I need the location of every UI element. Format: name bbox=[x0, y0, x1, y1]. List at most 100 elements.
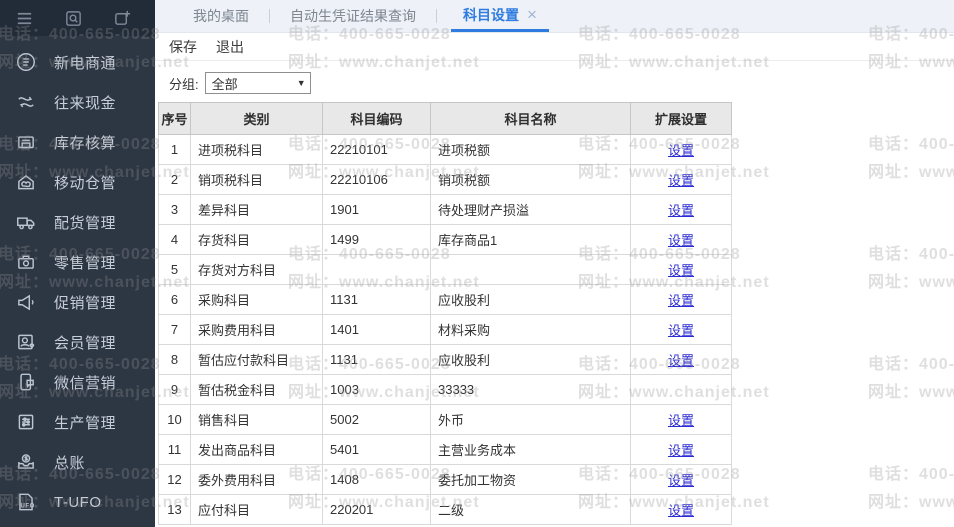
distribution-icon bbox=[15, 211, 37, 233]
inventory-icon bbox=[15, 131, 37, 153]
settings-link[interactable]: 设置 bbox=[668, 413, 694, 428]
ecommerce-icon bbox=[15, 51, 37, 73]
tab-2[interactable]: 自动生凭证结果查询 bbox=[284, 0, 422, 32]
cell-action: 设置 bbox=[631, 465, 732, 495]
table-row: 7采购费用科目1401材料采购设置 bbox=[159, 315, 732, 345]
main-panel: 我的桌面自动生凭证结果查询科目设置× 保存 退出 分组: 全部 ▼ 序号 类别 … bbox=[155, 0, 954, 527]
production-icon bbox=[15, 411, 37, 433]
group-select[interactable]: 全部 ▼ bbox=[205, 72, 311, 94]
sidebar-item-label: 库存核算 bbox=[54, 132, 116, 153]
cell-serial: 13 bbox=[159, 495, 191, 525]
search-doc-icon[interactable] bbox=[64, 9, 83, 28]
cell-code: 220201 bbox=[323, 495, 431, 525]
cell-serial: 3 bbox=[159, 195, 191, 225]
cell-code: 1131 bbox=[323, 285, 431, 315]
cell-action: 设置 bbox=[631, 225, 732, 255]
cell-name: 销项税额 bbox=[431, 165, 631, 195]
tab-1[interactable]: 我的桌面 bbox=[187, 0, 255, 32]
cell-name bbox=[431, 255, 631, 285]
cash-flow-icon bbox=[15, 91, 37, 113]
sidebar-item-ecommerce[interactable]: 新电商通 bbox=[0, 42, 155, 82]
sidebar-item-promotion[interactable]: 促销管理 bbox=[0, 282, 155, 322]
table-row: 2销项税科目22210106销项税额设置 bbox=[159, 165, 732, 195]
tab-3[interactable]: 科目设置× bbox=[451, 0, 549, 32]
cell-serial: 1 bbox=[159, 135, 191, 165]
menu-icon[interactable] bbox=[15, 9, 34, 28]
svg-text:UFO: UFO bbox=[21, 504, 35, 510]
cell-name: 外币 bbox=[431, 405, 631, 435]
cell-name: 进项税额 bbox=[431, 135, 631, 165]
settings-link[interactable]: 设置 bbox=[668, 263, 694, 278]
cell-code: 5401 bbox=[323, 435, 431, 465]
cell-action: 设置 bbox=[631, 345, 732, 375]
sidebar-item-inventory[interactable]: 库存核算 bbox=[0, 122, 155, 162]
cell-category: 采购科目 bbox=[191, 285, 323, 315]
sidebar-item-retail[interactable]: 零售管理 bbox=[0, 242, 155, 282]
sidebar-item-mobile-warehouse[interactable]: 移动仓管 bbox=[0, 162, 155, 202]
cell-category: 采购费用科目 bbox=[191, 315, 323, 345]
table-row: 1进项税科目22210101进项税额设置 bbox=[159, 135, 732, 165]
sidebar-item-tufo[interactable]: UFO T-UFO bbox=[0, 482, 155, 522]
cell-serial: 2 bbox=[159, 165, 191, 195]
settings-link[interactable]: 设置 bbox=[668, 203, 694, 218]
settings-link[interactable]: 设置 bbox=[668, 293, 694, 308]
cell-serial: 10 bbox=[159, 405, 191, 435]
settings-link[interactable]: 设置 bbox=[668, 143, 694, 158]
cell-name: 二级 bbox=[431, 495, 631, 525]
settings-link[interactable]: 设置 bbox=[668, 323, 694, 338]
cell-name: 库存商品1 bbox=[431, 225, 631, 255]
sidebar-item-cash-flow[interactable]: 往来现金 bbox=[0, 82, 155, 122]
cell-name: 委托加工物资 bbox=[431, 465, 631, 495]
col-header-category: 类别 bbox=[191, 103, 323, 135]
cell-action: 设置 bbox=[631, 315, 732, 345]
settings-link[interactable]: 设置 bbox=[668, 503, 694, 518]
tab-label: 自动生凭证结果查询 bbox=[290, 6, 416, 26]
cell-serial: 9 bbox=[159, 375, 191, 405]
sidebar-item-invoice[interactable]: 发票管理 bbox=[0, 522, 155, 527]
cell-action: 设置 bbox=[631, 405, 732, 435]
group-filter-label: 分组: bbox=[169, 74, 199, 93]
sidebar-item-ledger[interactable]: 总账 bbox=[0, 442, 155, 482]
sidebar-item-membership[interactable]: 会员管理 bbox=[0, 322, 155, 362]
cell-category: 委外费用科目 bbox=[191, 465, 323, 495]
new-window-icon[interactable] bbox=[113, 9, 132, 28]
cell-code: 1131 bbox=[323, 345, 431, 375]
mobile-warehouse-icon bbox=[15, 171, 37, 193]
tab-strip: 我的桌面 自动生凭证结果查询 科目设置× bbox=[155, 0, 954, 33]
cell-name: 应收股利 bbox=[431, 345, 631, 375]
cell-serial: 5 bbox=[159, 255, 191, 285]
table-row: 11发出商品科目5401主营业务成本设置 bbox=[159, 435, 732, 465]
sidebar-item-production[interactable]: 生产管理 bbox=[0, 402, 155, 442]
sidebar-item-label: T-UFO bbox=[54, 494, 102, 511]
cell-action: 设置 bbox=[631, 435, 732, 465]
col-header-name: 科目名称 bbox=[431, 103, 631, 135]
cell-action: 设置 bbox=[631, 135, 732, 165]
sidebar-item-wechat[interactable]: 微信营销 bbox=[0, 362, 155, 402]
cell-code: 1901 bbox=[323, 195, 431, 225]
exit-button[interactable]: 退出 bbox=[216, 37, 244, 57]
settings-link[interactable]: 设置 bbox=[668, 443, 694, 458]
cell-category: 发出商品科目 bbox=[191, 435, 323, 465]
settings-link[interactable]: 设置 bbox=[668, 173, 694, 188]
sidebar-item-label: 配货管理 bbox=[54, 212, 116, 233]
sidebar-item-label: 生产管理 bbox=[54, 412, 116, 433]
table-row: 6采购科目1131应收股利设置 bbox=[159, 285, 732, 315]
close-icon[interactable]: × bbox=[527, 6, 537, 23]
save-button[interactable]: 保存 bbox=[169, 37, 197, 57]
tab-label: 我的桌面 bbox=[193, 6, 249, 26]
settings-link[interactable]: 设置 bbox=[668, 233, 694, 248]
cell-code bbox=[323, 255, 431, 285]
cell-action: 设置 bbox=[631, 255, 732, 285]
settings-link[interactable]: 设置 bbox=[668, 353, 694, 368]
tufo-icon: UFO bbox=[15, 491, 37, 513]
cell-action: 设置 bbox=[631, 195, 732, 225]
cell-code: 1003 bbox=[323, 375, 431, 405]
sidebar-item-label: 移动仓管 bbox=[54, 172, 116, 193]
sidebar-item-label: 促销管理 bbox=[54, 292, 116, 313]
cell-action: 设置 bbox=[631, 495, 732, 525]
subject-settings-table: 序号 类别 科目编码 科目名称 扩展设置 1进项税科目22210101进项税额设… bbox=[158, 102, 732, 525]
cell-serial: 4 bbox=[159, 225, 191, 255]
cell-category: 销项税科目 bbox=[191, 165, 323, 195]
sidebar-item-distribution[interactable]: 配货管理 bbox=[0, 202, 155, 242]
settings-link[interactable]: 设置 bbox=[668, 473, 694, 488]
